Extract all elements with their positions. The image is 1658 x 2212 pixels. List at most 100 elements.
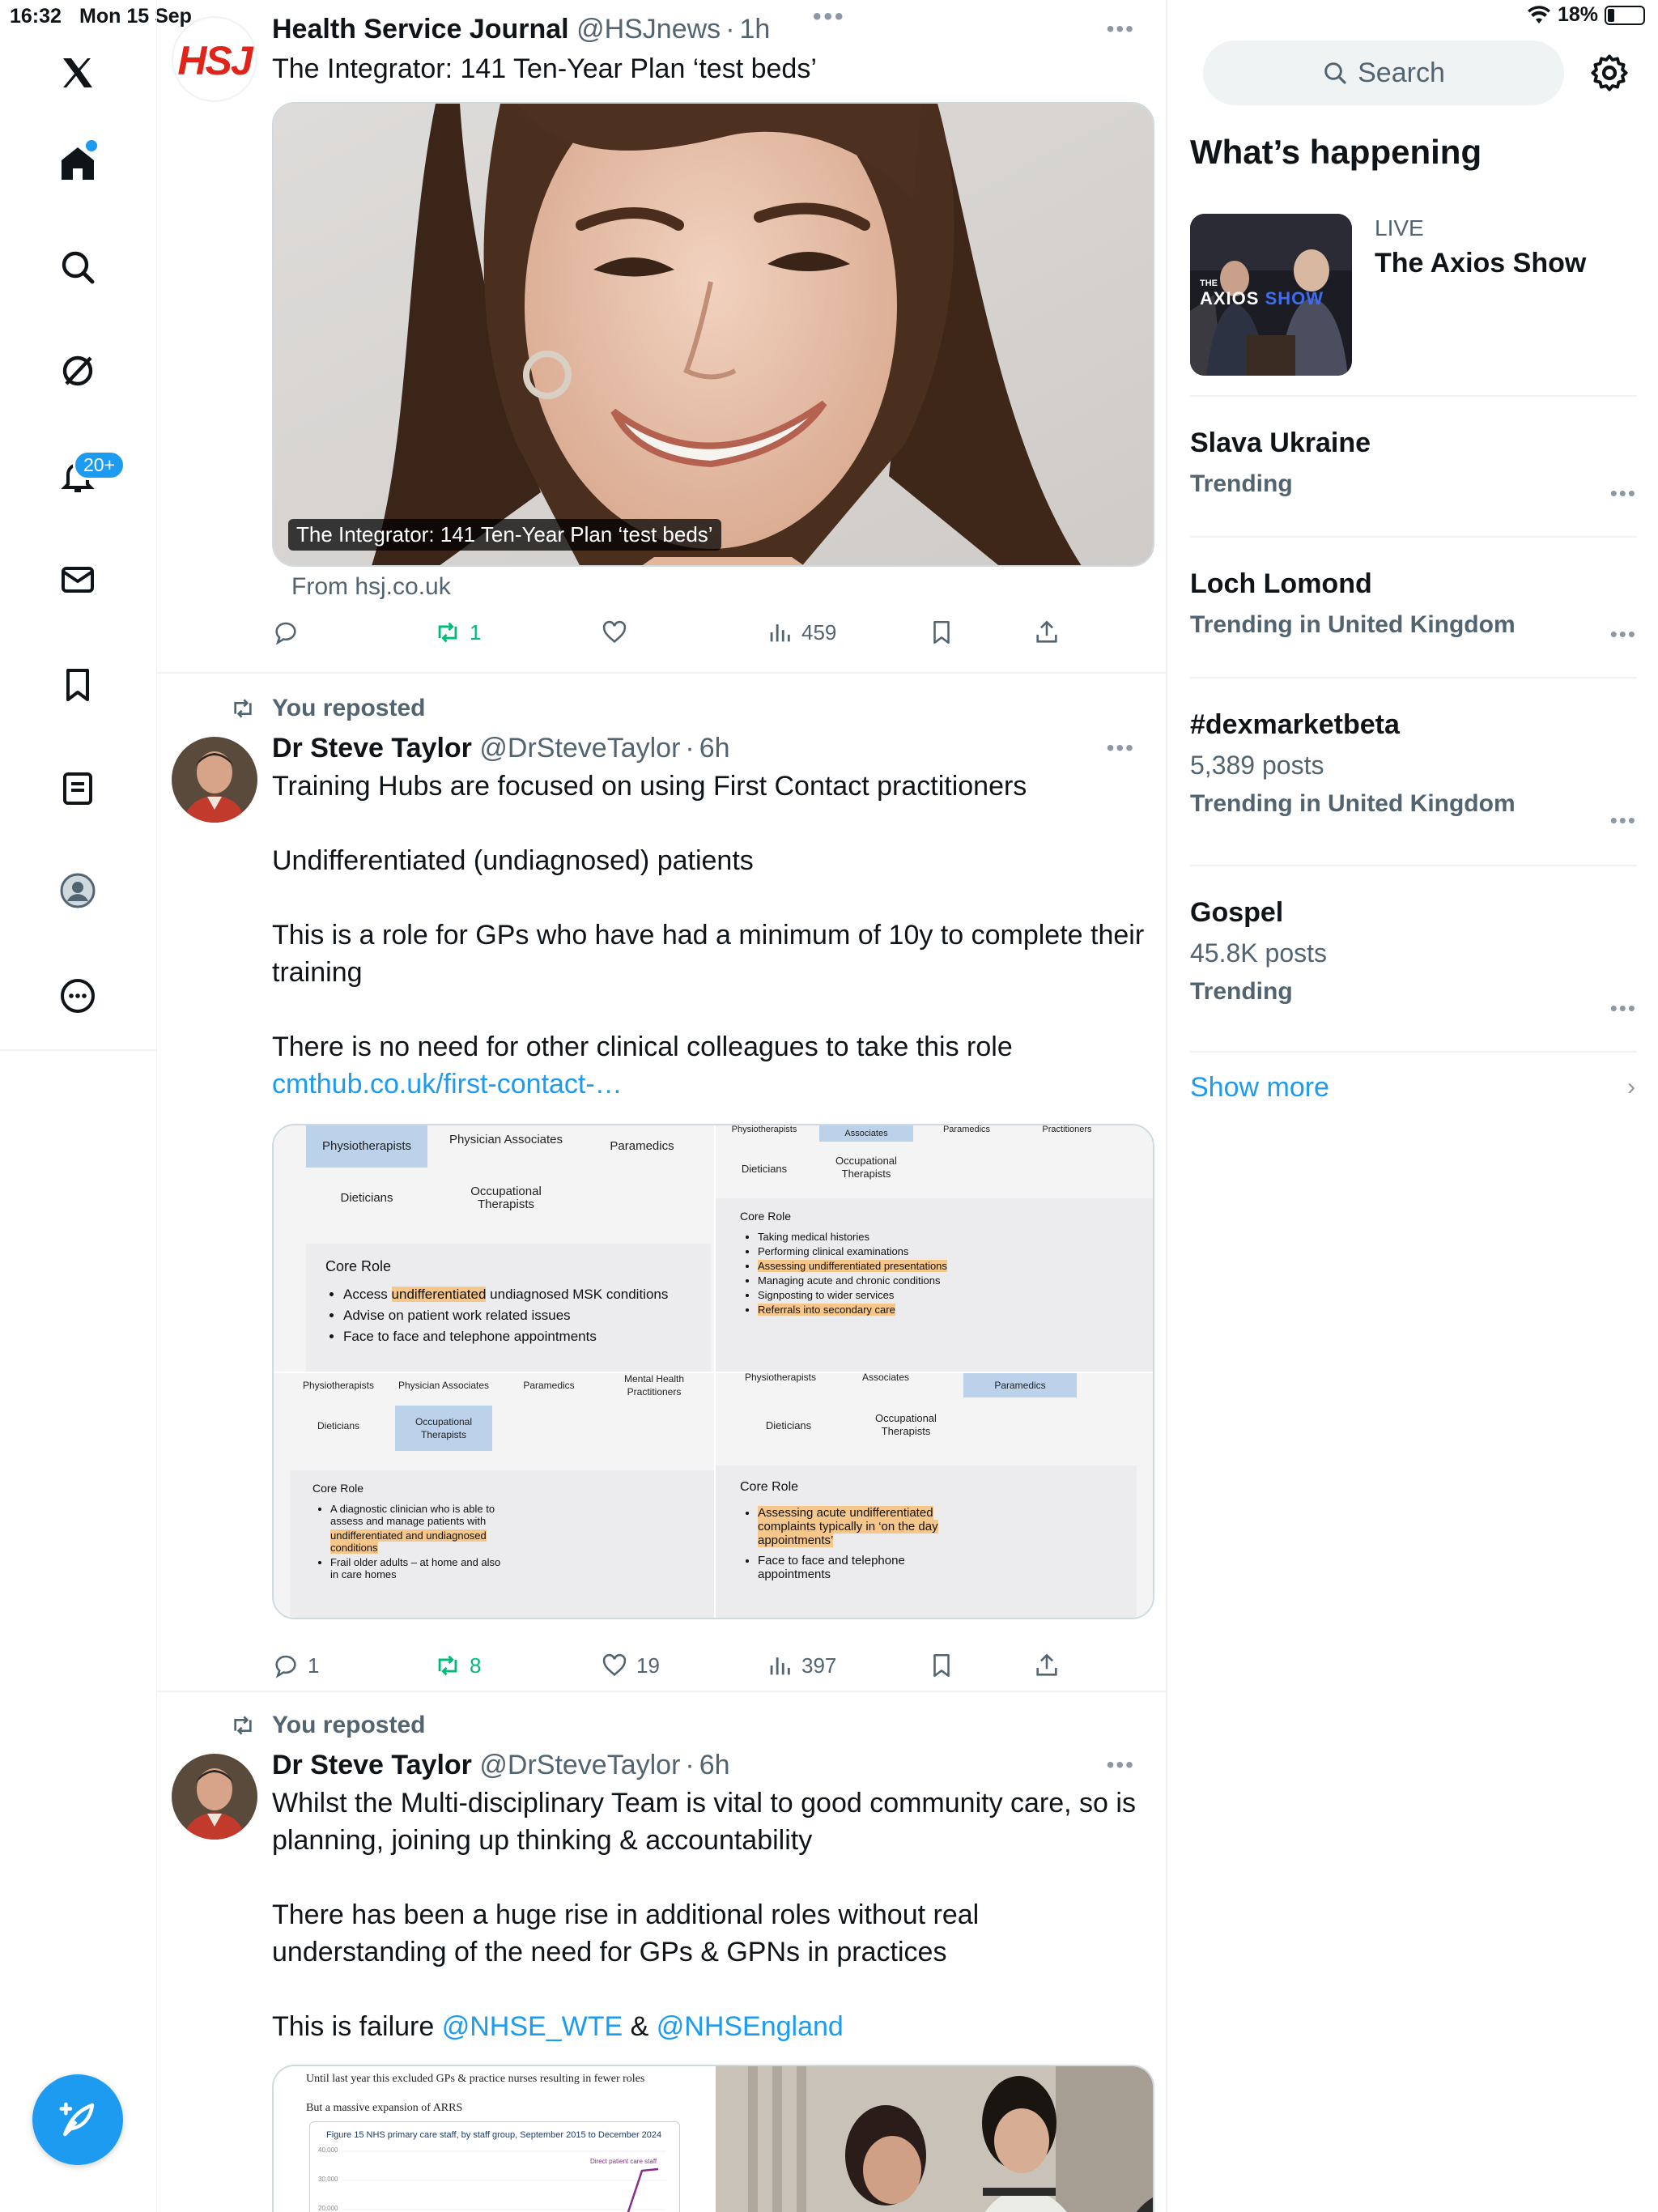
- bookmark-icon: [933, 620, 950, 644]
- more-menu-icon[interactable]: [50, 968, 105, 1023]
- meeting-photo[interactable]: [716, 2066, 1153, 2212]
- axios-brand-word: AXIOS: [1200, 288, 1260, 308]
- repost-icon: [438, 622, 457, 643]
- trend-name: Slava Ukraine: [1190, 428, 1371, 458]
- search-input[interactable]: Search: [1203, 40, 1564, 105]
- post-steve-taylor-1[interactable]: You reposted Dr Steve Taylor @DrSteveTay…: [157, 674, 1166, 1692]
- post-more-icon[interactable]: •••: [1107, 729, 1135, 768]
- author-name[interactable]: Dr Steve Taylor: [272, 1750, 472, 1780]
- author-handle[interactable]: @HSJnews: [576, 14, 721, 45]
- trend-more-icon[interactable]: •••: [1610, 808, 1637, 833]
- post-more-icon[interactable]: •••: [1107, 1746, 1135, 1784]
- trend-item-slava-ukraine[interactable]: Slava Ukraine Trending •••: [1190, 428, 1637, 505]
- post-text: The Integrator: 141 Ten-Year Plan ‘test …: [272, 53, 817, 84]
- trend-context: Trending: [1190, 978, 1293, 1005]
- role-chip: Occupational Therapists: [470, 1185, 542, 1211]
- views-chart-icon: [770, 1657, 790, 1675]
- repost-label[interactable]: You reposted: [272, 695, 425, 722]
- core-role-box: Core Role Taking medical histories Perfo…: [716, 1198, 1153, 1372]
- trend-item-gospel[interactable]: Gospel 45.8K posts Trending •••: [1190, 897, 1637, 1020]
- author-avatar[interactable]: [172, 737, 257, 823]
- bookmark-button[interactable]: [928, 612, 955, 653]
- image-pair[interactable]: Until last year this excluded GPs & prac…: [272, 2065, 1154, 2212]
- views-button[interactable]: 397: [766, 1645, 836, 1686]
- axios-brand-small: THE: [1200, 279, 1218, 288]
- repost-icon: [438, 1655, 457, 1676]
- trend-post-count: 45.8K posts: [1190, 938, 1327, 968]
- post-text-span: This is failure: [272, 2011, 442, 2042]
- left-nav: 20+: [0, 0, 157, 2212]
- post-more-icon[interactable]: •••: [1107, 10, 1135, 49]
- role-chip: Occupational Therapists: [395, 1406, 492, 1451]
- show-more-link[interactable]: Show more: [1190, 1072, 1329, 1104]
- doc-line: But a massive expansion of ARRS: [306, 2102, 463, 2114]
- chevron-right-icon[interactable]: ›: [1627, 1074, 1635, 1101]
- right-sidebar: Search What’s happening THE AXIOS SHOW L…: [1169, 0, 1658, 2212]
- trend-context: Trending in United Kingdom: [1190, 790, 1516, 817]
- author-handle[interactable]: @DrSteveTaylor: [479, 733, 680, 764]
- explore-search-icon[interactable]: [50, 240, 105, 295]
- post-link[interactable]: cmthub.co.uk/first-contact-…: [272, 1066, 1151, 1103]
- image-slide-3[interactable]: Physiotherapists Physician Associates Pa…: [274, 1373, 714, 1618]
- grok-icon[interactable]: [50, 343, 105, 398]
- image-grid[interactable]: Physiotherapists Physician Associates Pa…: [272, 1124, 1154, 1619]
- link-card-image[interactable]: The Integrator: 141 Ten-Year Plan ‘test …: [272, 102, 1154, 567]
- mention-link[interactable]: @NHSE_WTE: [442, 2011, 623, 2042]
- mention-link[interactable]: @NHSEngland: [657, 2011, 844, 2042]
- trend-more-icon[interactable]: •••: [1610, 622, 1637, 647]
- author-name[interactable]: Dr Steve Taylor: [272, 733, 472, 764]
- search-icon: [1324, 62, 1346, 84]
- document-image[interactable]: Until last year this excluded GPs & prac…: [274, 2066, 714, 2212]
- trend-more-icon[interactable]: •••: [1610, 481, 1637, 506]
- views-button[interactable]: 459: [766, 612, 836, 653]
- bookmarks-icon[interactable]: [50, 657, 105, 713]
- reply-button[interactable]: [272, 612, 308, 653]
- compose-post-button[interactable]: [32, 2074, 123, 2165]
- repost-label[interactable]: You reposted: [272, 1712, 425, 1739]
- image-slide-1[interactable]: Physiotherapists Physician Associates Pa…: [274, 1125, 714, 1372]
- post-time[interactable]: 1h: [740, 14, 771, 45]
- hsj-avatar[interactable]: HSJ: [172, 16, 257, 102]
- trend-item-loch-lomond[interactable]: Loch Lomond Trending in United Kingdom •…: [1190, 568, 1637, 646]
- author-handle[interactable]: @DrSteveTaylor: [479, 1750, 680, 1780]
- post-hsj[interactable]: HSJ Health Service Journal @HSJnews · 1h •…: [157, 0, 1166, 674]
- live-title[interactable]: The Axios Show: [1375, 248, 1586, 279]
- bookmark-button[interactable]: [928, 1645, 955, 1686]
- lists-icon[interactable]: [50, 761, 105, 816]
- post-time[interactable]: 6h: [699, 1750, 730, 1780]
- share-button[interactable]: [1033, 1645, 1061, 1686]
- reply-button[interactable]: 1: [272, 1645, 319, 1686]
- trend-item-dexmarketbeta[interactable]: #dexmarketbeta 5,389 posts Trending in U…: [1190, 709, 1637, 832]
- like-count: 19: [636, 1653, 660, 1678]
- whats-happening-heading: What’s happening: [1190, 133, 1482, 171]
- profile-avatar-icon[interactable]: [50, 863, 105, 918]
- reply-icon: [275, 622, 296, 645]
- core-role-item: Assessing acute undifferentiated complai…: [758, 1506, 950, 1547]
- repost-small-icon: [234, 1716, 252, 1735]
- share-upload-icon: [1036, 1653, 1057, 1676]
- divider: [1190, 395, 1637, 397]
- core-role-title: Core Role: [312, 1482, 364, 1495]
- live-thumbnail[interactable]: THE AXIOS SHOW: [1190, 214, 1352, 376]
- repost-button[interactable]: 8: [434, 1645, 481, 1686]
- x-logo-icon[interactable]: [50, 45, 105, 100]
- like-button[interactable]: [601, 612, 636, 653]
- author-name[interactable]: Health Service Journal: [272, 14, 569, 45]
- trend-more-icon[interactable]: •••: [1610, 996, 1637, 1021]
- gear-icon[interactable]: [1588, 52, 1630, 94]
- core-role-item: Referrals into secondary care: [758, 1304, 1132, 1316]
- image-slide-2[interactable]: Physiotherapists Associates Paramedics P…: [716, 1125, 1153, 1372]
- author-avatar[interactable]: [172, 1754, 257, 1840]
- repost-button[interactable]: 1: [434, 612, 481, 653]
- core-role-item: Signposting to wider services: [758, 1289, 1132, 1301]
- share-button[interactable]: [1033, 612, 1061, 653]
- image-slide-4[interactable]: Physiotherapists Associates Paramedics D…: [716, 1373, 1153, 1618]
- role-chip: Physiotherapists: [306, 1125, 427, 1168]
- like-button[interactable]: 19: [601, 1645, 660, 1686]
- card-source[interactable]: From hsj.co.uk: [291, 573, 451, 601]
- post-time[interactable]: 6h: [699, 733, 730, 764]
- post-steve-taylor-2[interactable]: You reposted Dr Steve Taylor @DrSteveTay…: [157, 1692, 1166, 2212]
- doc-figure-box: Figure 15 NHS primary care staff, by sta…: [309, 2121, 680, 2212]
- role-chip: Occupational Therapists: [875, 1412, 937, 1437]
- messages-mail-icon[interactable]: [50, 552, 105, 607]
